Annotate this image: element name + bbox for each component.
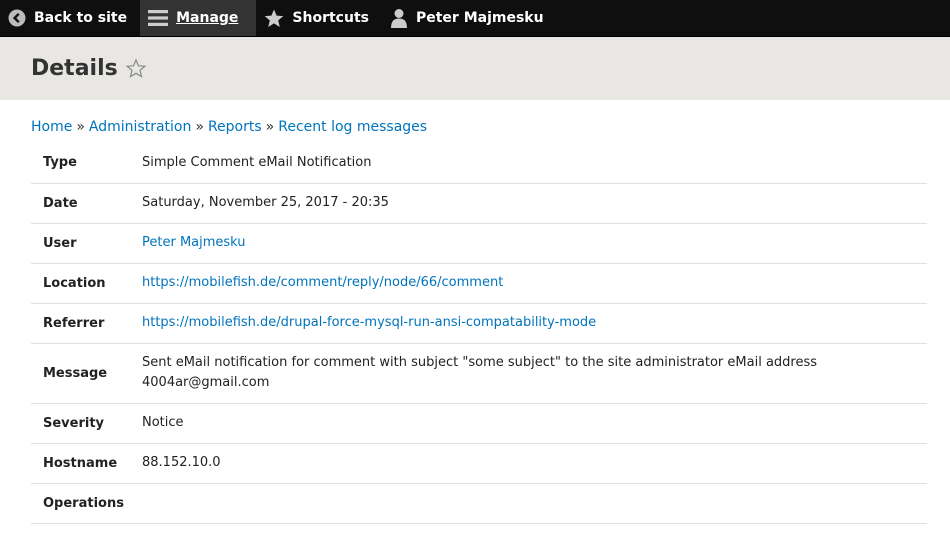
message-line-2: 4004ar@gmail.com bbox=[142, 375, 270, 390]
table-row-severity: Severity Notice bbox=[31, 403, 927, 444]
user-icon bbox=[390, 8, 408, 28]
referrer-link[interactable]: https://mobilefish.de/drupal-force-mysql… bbox=[142, 315, 596, 330]
table-row-type: Type Simple Comment eMail Notification bbox=[31, 143, 927, 184]
breadcrumb-recent-log-messages-link[interactable]: Recent log messages bbox=[278, 119, 427, 135]
operations-label: Operations bbox=[31, 483, 142, 524]
shortcuts-label: Shortcuts bbox=[292, 10, 369, 26]
shortcuts-tab[interactable]: Shortcuts bbox=[256, 0, 382, 36]
table-row-referrer: Referrer https://mobilefish.de/drupal-fo… bbox=[31, 303, 927, 344]
breadcrumb: Home» Administration» Reports» Recent log m… bbox=[31, 119, 428, 135]
back-to-site-label: Back to site bbox=[34, 10, 128, 26]
location-label: Location bbox=[31, 263, 142, 304]
message-value: Sent eMail notification for comment with… bbox=[142, 343, 927, 404]
referrer-label: Referrer bbox=[31, 303, 142, 344]
type-label: Type bbox=[31, 143, 142, 184]
severity-label: Severity bbox=[31, 403, 142, 444]
add-shortcut-star-icon[interactable] bbox=[125, 59, 146, 78]
user-tab[interactable]: Peter Majmesku bbox=[382, 0, 557, 36]
table-row-hostname: Hostname 88.152.10.0 bbox=[31, 443, 927, 484]
breadcrumb-home-link[interactable]: Home bbox=[31, 119, 72, 135]
type-value: Simple Comment eMail Notification bbox=[142, 143, 927, 184]
manage-label: Manage bbox=[176, 10, 239, 26]
message-line-1: Sent eMail notification for comment with… bbox=[142, 355, 818, 370]
breadcrumb-administration-link[interactable]: Administration bbox=[89, 119, 191, 135]
hostname-value: 88.152.10.0 bbox=[142, 443, 927, 484]
page-header: Details bbox=[0, 37, 950, 100]
table-row-user: User Peter Majmesku bbox=[31, 223, 927, 264]
user-link[interactable]: Peter Majmesku bbox=[142, 235, 246, 250]
chevron-left-circle-icon bbox=[8, 9, 26, 27]
operations-value bbox=[142, 483, 927, 524]
hostname-label: Hostname bbox=[31, 443, 142, 484]
star-icon bbox=[264, 9, 284, 28]
date-value: Saturday, November 25, 2017 - 20:35 bbox=[142, 183, 927, 224]
manage-tab[interactable]: Manage bbox=[140, 0, 257, 36]
breadcrumb-reports-link[interactable]: Reports bbox=[208, 119, 262, 135]
table-row-location: Location https://mobilefish.de/comment/r… bbox=[31, 263, 927, 304]
severity-value: Notice bbox=[142, 403, 927, 444]
user-label: User bbox=[31, 223, 142, 264]
message-label: Message bbox=[31, 343, 142, 404]
table-row-message: Message Sent eMail notification for comm… bbox=[31, 343, 927, 404]
admin-toolbar: Back to site Manage Shortcuts Peter Majm… bbox=[0, 0, 950, 37]
table-row-operations: Operations bbox=[31, 483, 927, 524]
log-details-table: Type Simple Comment eMail Notification D… bbox=[31, 143, 927, 524]
back-to-site-button[interactable]: Back to site bbox=[0, 0, 140, 36]
hamburger-menu-icon bbox=[148, 9, 169, 27]
date-label: Date bbox=[31, 183, 142, 224]
table-row-date: Date Saturday, November 25, 2017 - 20:35 bbox=[31, 183, 927, 224]
location-link[interactable]: https://mobilefish.de/comment/reply/node… bbox=[142, 275, 503, 290]
page-title: Details bbox=[31, 56, 118, 81]
user-name-label: Peter Majmesku bbox=[415, 10, 544, 26]
